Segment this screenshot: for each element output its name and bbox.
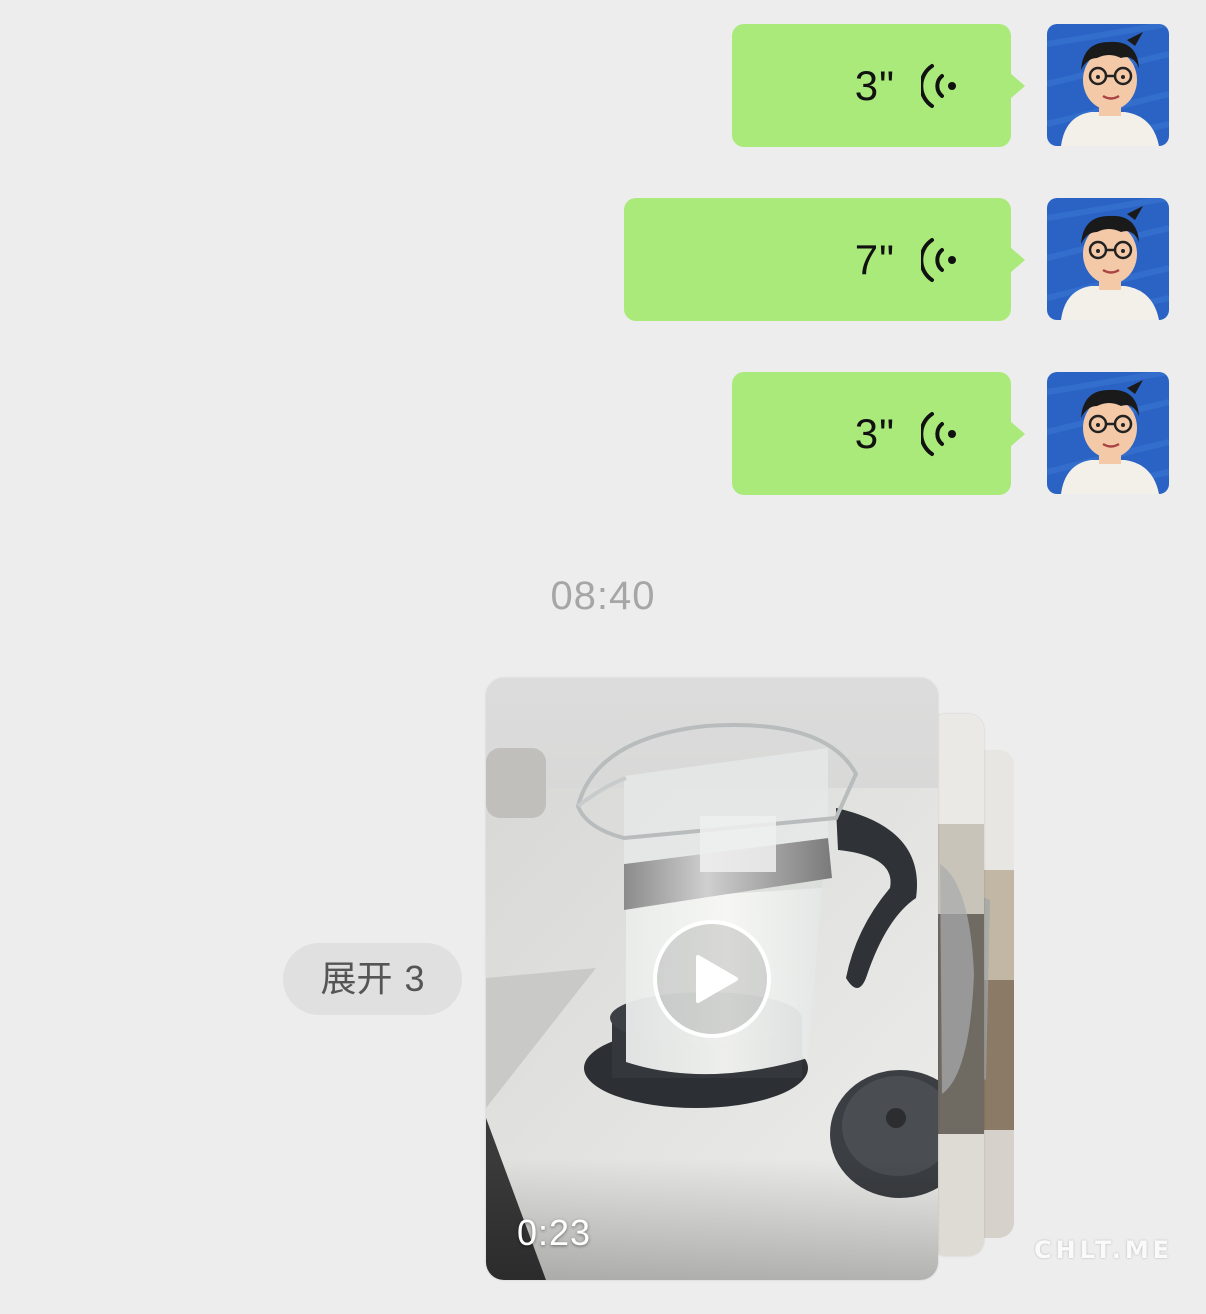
voice-message-bubble[interactable]: 3" <box>732 24 1025 147</box>
video-message[interactable]: 0:23 <box>486 678 938 1280</box>
voice-duration-label: 7" <box>854 235 895 283</box>
voice-message-bubble[interactable]: 7" <box>624 198 1025 321</box>
voice-waves-icon <box>921 411 956 456</box>
voice-duration-label: 3" <box>854 61 895 109</box>
watermark: CHLT.ME <box>1034 1236 1174 1264</box>
avatar[interactable] <box>1047 372 1169 494</box>
play-icon[interactable] <box>652 919 772 1039</box>
voice-message-bubble[interactable]: 3" <box>732 372 1025 495</box>
expand-label: 展开 <box>320 958 393 999</box>
expand-stack-button[interactable]: 展开 3 <box>283 943 462 1015</box>
video-duration: 0:23 <box>517 1212 592 1253</box>
voice-duration-label: 3" <box>854 409 895 457</box>
voice-waves-icon <box>921 237 956 282</box>
avatar[interactable] <box>1047 24 1169 146</box>
expand-count: 3 <box>404 958 425 999</box>
stacked-video-thumbnail[interactable] <box>930 714 984 1256</box>
avatar[interactable] <box>1047 198 1169 320</box>
voice-waves-icon <box>921 63 956 108</box>
message-timestamp: 08:40 <box>550 574 656 618</box>
